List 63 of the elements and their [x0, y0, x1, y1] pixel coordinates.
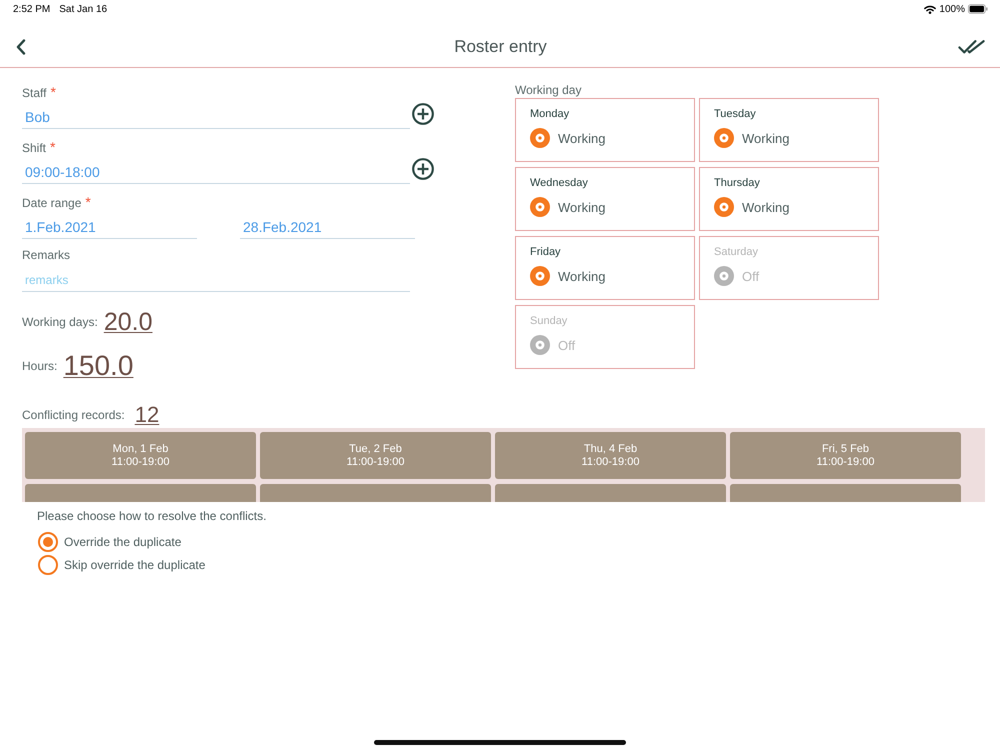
day-status: Working	[742, 130, 790, 146]
text-field[interactable]: 09:00-18:00	[22, 156, 410, 184]
plus-circle-icon[interactable]	[412, 158, 434, 180]
required-mark: *	[50, 139, 56, 155]
stat-label: Conflicting records:	[22, 408, 125, 422]
day-status: Working	[558, 200, 606, 214]
prompt-text: Please choose how to resolve the conflicts.	[36, 508, 268, 525]
double-check-icon[interactable]	[958, 38, 985, 54]
required-mark: *	[50, 84, 56, 100]
stat-value: 150.0	[63, 351, 134, 381]
day-name: Wednesday	[530, 176, 589, 190]
field-label: Date range	[22, 196, 82, 210]
field-label: Remarks	[22, 248, 70, 262]
radio-icon[interactable]	[38, 554, 58, 574]
day-name: Tuesday	[714, 107, 757, 121]
day-status: Working	[558, 130, 606, 146]
radio-icon[interactable]	[530, 128, 550, 148]
radio-icon[interactable]	[530, 266, 550, 286]
screen-title: Roster entry	[454, 36, 547, 56]
record-tile[interactable]: Thu, 4 Feb 11:00-19:00	[495, 432, 726, 479]
day-name: Thursday	[714, 176, 761, 190]
record-tile[interactable]: Fri, 5 Feb 11:00-19:00	[730, 432, 961, 479]
stat-label: Working days:	[22, 315, 98, 329]
status-time: 2:52 PM	[13, 4, 50, 14]
radio-icon[interactable]	[530, 197, 550, 217]
plus-circle-icon[interactable]	[412, 102, 434, 124]
record-tile[interactable]	[25, 484, 256, 502]
text-field[interactable]: Bob	[22, 101, 410, 129]
status-date: Sat Jan 16	[59, 4, 108, 14]
record-tile[interactable]	[260, 484, 491, 502]
section-title: Working day	[515, 83, 582, 97]
record-tile[interactable]: Mon, 1 Feb 11:00-19:00	[25, 432, 256, 479]
field-label: Staff	[22, 86, 46, 100]
day-name: Sunday	[530, 314, 568, 328]
stat-value: 20.0	[104, 307, 152, 337]
day-name: Monday	[530, 107, 570, 121]
record-tile[interactable]	[730, 484, 961, 502]
battery-icon	[968, 4, 988, 14]
text-field[interactable]: remarks	[22, 264, 410, 292]
record-tile[interactable]: Tue, 2 Feb 11:00-19:00	[260, 432, 491, 479]
radio-icon[interactable]	[714, 197, 734, 217]
radio-icon[interactable]	[530, 335, 550, 355]
day-status: Off	[742, 268, 760, 284]
radio-icon[interactable]	[714, 266, 734, 286]
day-status: Working	[742, 200, 790, 214]
stat-value: 12	[134, 402, 160, 428]
day-name: Saturday	[714, 245, 760, 259]
stat-label: Hours:	[22, 359, 58, 373]
date-field[interactable]: 28.Feb.2021	[240, 211, 415, 239]
date-field[interactable]: 1.Feb.2021	[22, 211, 197, 239]
record-tile[interactable]	[495, 484, 726, 502]
day-name: Friday	[530, 245, 562, 259]
day-status: Off	[558, 338, 576, 352]
radio-icon[interactable]	[714, 128, 734, 148]
required-mark: *	[85, 194, 91, 210]
option-label[interactable]: Skip override the duplicate	[64, 558, 206, 572]
wifi-icon	[924, 4, 936, 14]
option-label[interactable]: Override the duplicate	[64, 534, 182, 548]
battery-level: 100%	[939, 4, 965, 14]
back-icon[interactable]	[16, 38, 26, 54]
radio-icon[interactable]	[38, 532, 58, 552]
field-label: Shift	[22, 141, 46, 155]
day-status: Working	[558, 268, 606, 284]
